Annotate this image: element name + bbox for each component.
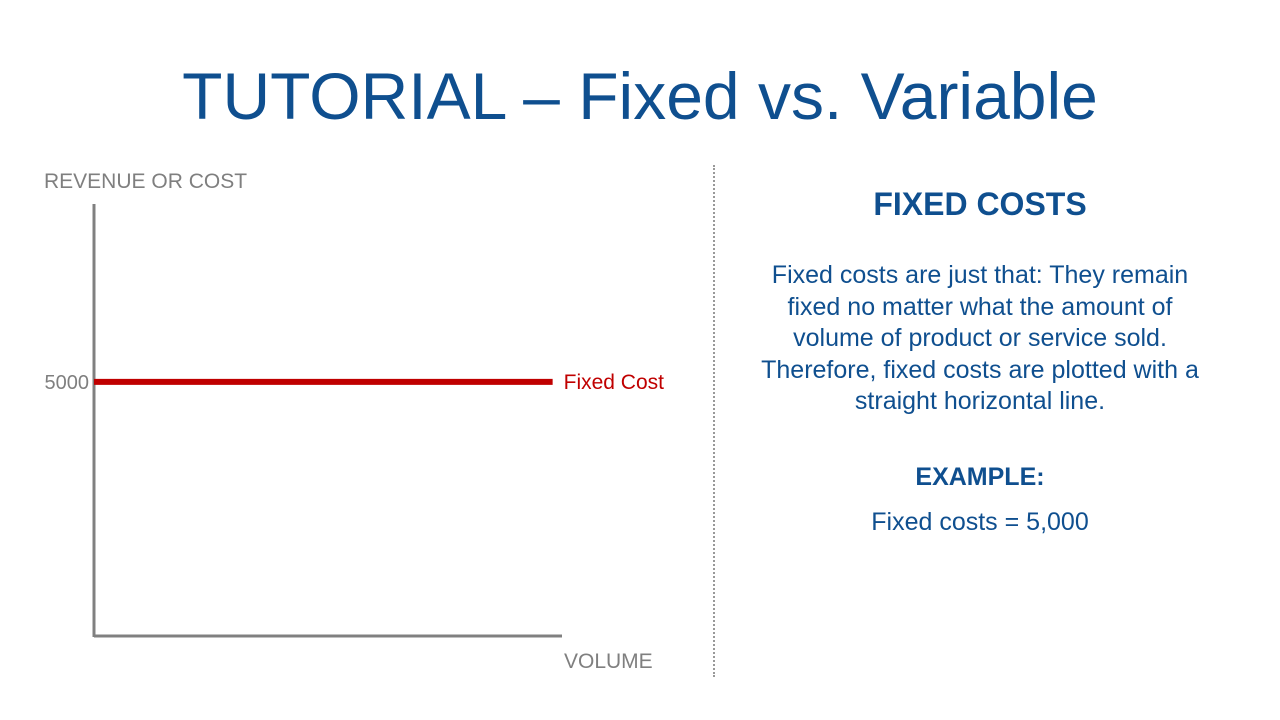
section-body: Fixed costs are just that: They remain f… (761, 261, 1199, 415)
section-heading: FIXED COSTS (873, 186, 1087, 222)
y-tick-label: 5000 (45, 372, 90, 394)
example-value: Fixed costs = 5,000 (871, 508, 1089, 536)
divider (713, 165, 715, 677)
example-label: EXAMPLE: (915, 463, 1045, 491)
series-label: Fixed Cost (564, 371, 665, 394)
